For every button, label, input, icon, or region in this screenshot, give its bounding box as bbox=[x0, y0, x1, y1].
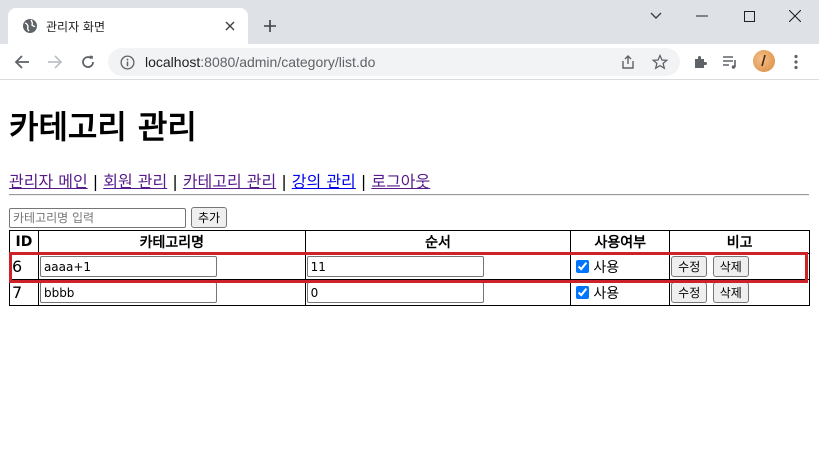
url-path: :8080/admin/category/list.do bbox=[200, 54, 376, 70]
maximize-button[interactable] bbox=[726, 0, 772, 32]
order-cell bbox=[304, 253, 572, 280]
table-row: 7 사용 수정 삭제 bbox=[9, 279, 810, 306]
divider bbox=[9, 194, 809, 196]
usage-label: 사용 bbox=[593, 259, 620, 276]
order-field[interactable] bbox=[306, 282, 484, 303]
header-remarks: 비고 bbox=[669, 230, 810, 254]
share-icon[interactable] bbox=[620, 54, 636, 70]
usage-cell: 사용 bbox=[570, 253, 671, 280]
header-category-name: 카테고리명 bbox=[37, 230, 306, 254]
url-text: localhost:8080/admin/category/list.do bbox=[145, 54, 375, 70]
category-name-input[interactable] bbox=[9, 207, 186, 228]
name-cell bbox=[37, 279, 306, 306]
media-queue-icon[interactable] bbox=[720, 52, 740, 72]
nav-separator: | bbox=[360, 172, 367, 191]
row-id: 7 bbox=[9, 279, 39, 306]
back-arrow-icon[interactable] bbox=[10, 50, 34, 74]
add-category-form: 추가 bbox=[9, 207, 228, 228]
forward-arrow-icon[interactable] bbox=[43, 50, 67, 74]
category-table: ID 카테고리명 순서 사용여부 비고 6 사용 수정 bbox=[9, 230, 810, 306]
close-window-button[interactable] bbox=[772, 0, 818, 32]
tab-search-icon[interactable] bbox=[633, 0, 679, 32]
category-name-field[interactable] bbox=[39, 282, 217, 303]
actions-cell: 수정 삭제 bbox=[669, 253, 810, 280]
usage-cell: 사용 bbox=[570, 279, 671, 306]
nav-course-manage[interactable]: 강의 관리 bbox=[292, 172, 356, 191]
category-name-field[interactable] bbox=[39, 256, 217, 277]
edit-button[interactable]: 수정 bbox=[671, 282, 708, 303]
add-button[interactable]: 추가 bbox=[191, 207, 228, 228]
order-cell bbox=[304, 279, 572, 306]
profile-avatar[interactable] bbox=[753, 50, 775, 72]
delete-button[interactable]: 삭제 bbox=[712, 282, 749, 303]
nav-category-manage[interactable]: 카테고리 관리 bbox=[183, 172, 276, 191]
nav-admin-main[interactable]: 관리자 메인 bbox=[9, 172, 88, 191]
address-bar[interactable]: localhost:8080/admin/category/list.do bbox=[108, 48, 680, 76]
nav-member-manage[interactable]: 회원 관리 bbox=[103, 172, 167, 191]
name-cell bbox=[37, 253, 306, 280]
close-tab-icon[interactable] bbox=[222, 18, 238, 34]
header-order: 순서 bbox=[304, 230, 572, 254]
globe-icon bbox=[22, 18, 38, 34]
header-id: ID bbox=[9, 230, 39, 254]
actions-cell: 수정 삭제 bbox=[669, 279, 810, 306]
header-usage: 사용여부 bbox=[570, 230, 671, 254]
table-row: 6 사용 수정 삭제 bbox=[9, 253, 810, 280]
browser-tab[interactable]: 관리자 화면 bbox=[8, 8, 248, 44]
admin-nav: 관리자 메인 | 회원 관리 | 카테고리 관리 | 강의 관리 | 로그아웃 bbox=[9, 168, 430, 192]
usage-checkbox[interactable] bbox=[576, 285, 590, 299]
nav-logout[interactable]: 로그아웃 bbox=[371, 172, 430, 191]
usage-label: 사용 bbox=[593, 285, 620, 302]
usage-checkbox[interactable] bbox=[576, 259, 590, 273]
delete-button[interactable]: 삭제 bbox=[712, 256, 749, 277]
nav-separator: | bbox=[172, 172, 178, 191]
minimize-button[interactable] bbox=[679, 0, 725, 32]
reload-icon[interactable] bbox=[76, 50, 100, 74]
nav-separator: | bbox=[92, 172, 99, 191]
page-title: 카테고리 관리 bbox=[9, 108, 197, 146]
star-icon[interactable] bbox=[652, 54, 668, 70]
extensions-puzzle-icon[interactable] bbox=[690, 52, 710, 72]
row-id: 6 bbox=[9, 253, 39, 280]
order-field[interactable] bbox=[306, 256, 484, 277]
url-host: localhost bbox=[145, 54, 201, 70]
new-tab-button[interactable] bbox=[258, 14, 282, 38]
more-menu-icon[interactable] bbox=[786, 52, 806, 72]
edit-button[interactable]: 수정 bbox=[671, 256, 708, 277]
nav-separator: | bbox=[281, 172, 287, 191]
tab-title: 관리자 화면 bbox=[46, 19, 106, 34]
browser-tab-strip: 관리자 화면 bbox=[0, 0, 819, 44]
info-icon[interactable] bbox=[120, 54, 135, 70]
browser-toolbar: localhost:8080/admin/category/list.do bbox=[0, 44, 819, 80]
table-header-row: ID 카테고리명 순서 사용여부 비고 bbox=[9, 230, 810, 254]
